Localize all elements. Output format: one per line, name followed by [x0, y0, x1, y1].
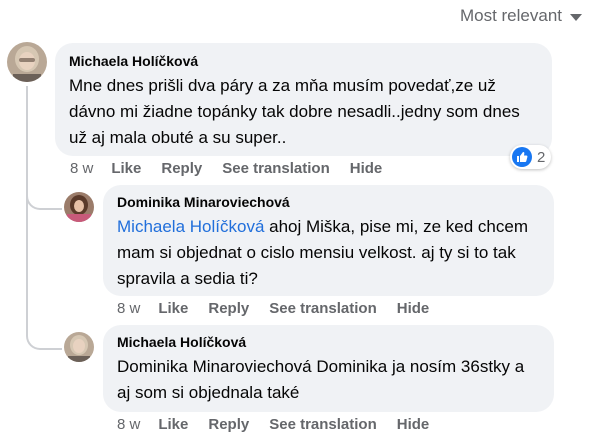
hide-button[interactable]: Hide [397, 416, 430, 433]
comment-text: Dominika Minaroviechová Dominika ja nosí… [117, 357, 525, 402]
timestamp[interactable]: 8 w [117, 416, 140, 433]
comment-text: Michaela Holíčková ahoj Miška, pise mi, … [117, 214, 540, 292]
comment-author[interactable]: Michaela Holíčková [69, 53, 538, 69]
timestamp[interactable]: 8 w [70, 160, 93, 177]
sort-dropdown[interactable]: Most relevant [460, 6, 582, 26]
reply-button[interactable]: Reply [161, 160, 202, 177]
like-button[interactable]: Like [158, 416, 188, 433]
sort-label: Most relevant [459, 6, 562, 25]
comment-actions: 8 w Like Reply See translation Hide [70, 160, 402, 177]
comment-bubble: Dominika Minaroviechová Michaela Holíčko… [103, 185, 554, 296]
hide-button[interactable]: Hide [397, 300, 430, 317]
comment-actions: 8 w Like Reply See translation Hide [117, 300, 449, 317]
thread-connector [26, 320, 62, 350]
reply-button[interactable]: Reply [208, 416, 249, 433]
comment-bubble: Michaela Holíčková Mne dnes prišli dva p… [55, 43, 552, 156]
avatar[interactable] [64, 332, 94, 362]
timestamp[interactable]: 8 w [117, 300, 140, 317]
see-translation-button[interactable]: See translation [222, 160, 330, 177]
see-translation-button[interactable]: See translation [269, 300, 377, 317]
thumbs-up-icon [512, 147, 532, 167]
reaction-badge[interactable]: 2 [510, 145, 552, 169]
avatar[interactable] [64, 192, 94, 222]
mention-link[interactable]: Michaela Holíčková [117, 217, 264, 236]
comment-author[interactable]: Dominika Minaroviechová [117, 194, 540, 210]
comment-actions: 8 w Like Reply See translation Hide [117, 416, 449, 433]
comment-text: Mne dnes prišli dva páry a za mňa musím … [69, 76, 520, 147]
see-translation-button[interactable]: See translation [269, 416, 377, 433]
reply-button[interactable]: Reply [208, 300, 249, 317]
hide-button[interactable]: Hide [350, 160, 383, 177]
comment-author[interactable]: Michaela Holíčková [117, 334, 540, 350]
thread-connector [26, 190, 62, 210]
like-button[interactable]: Like [158, 300, 188, 317]
like-button[interactable]: Like [111, 160, 141, 177]
comment-bubble: Michaela Holíčková Dominika Minaroviecho… [103, 325, 554, 412]
thread-line [26, 86, 28, 336]
reaction-count: 2 [537, 148, 546, 166]
caret-down-icon [570, 13, 582, 21]
avatar[interactable] [7, 42, 47, 82]
